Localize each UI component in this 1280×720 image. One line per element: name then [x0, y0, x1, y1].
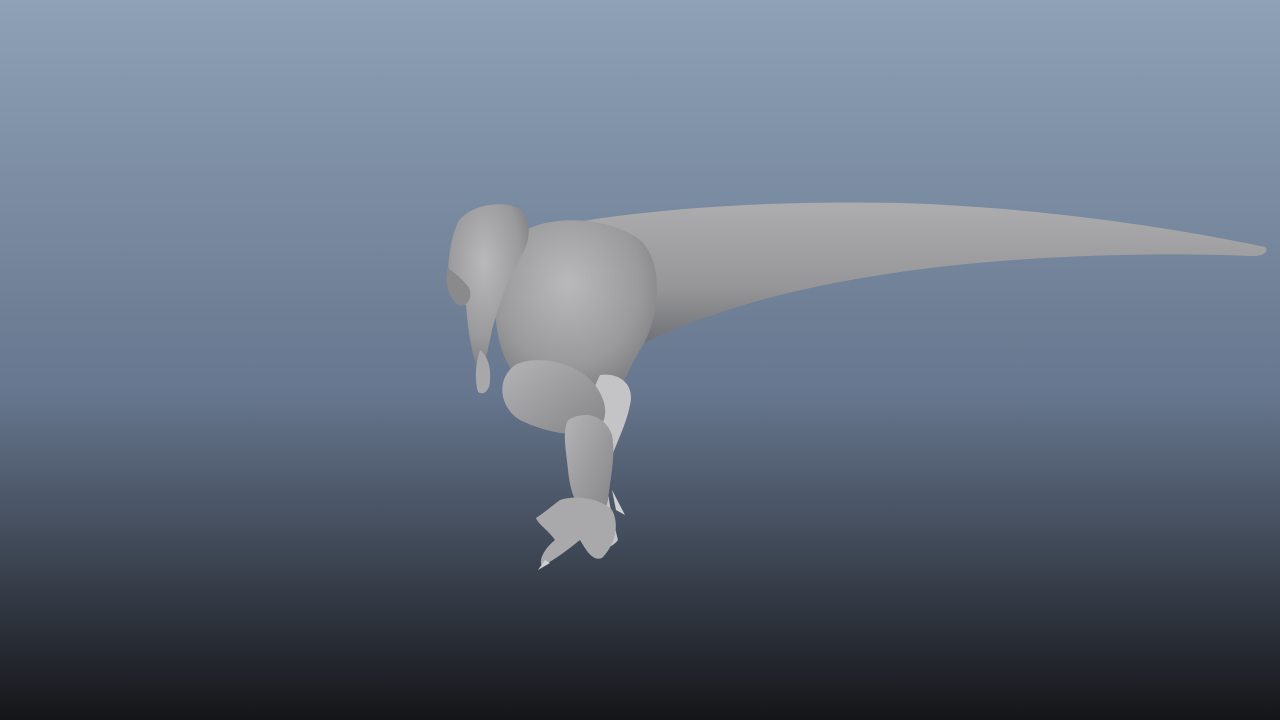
foot-mesh [536, 497, 616, 566]
3d-viewport[interactable] [0, 0, 1280, 720]
claw-mesh [612, 490, 625, 515]
tail-mesh [560, 202, 1267, 345]
dinosaur-model[interactable] [0, 0, 1280, 720]
